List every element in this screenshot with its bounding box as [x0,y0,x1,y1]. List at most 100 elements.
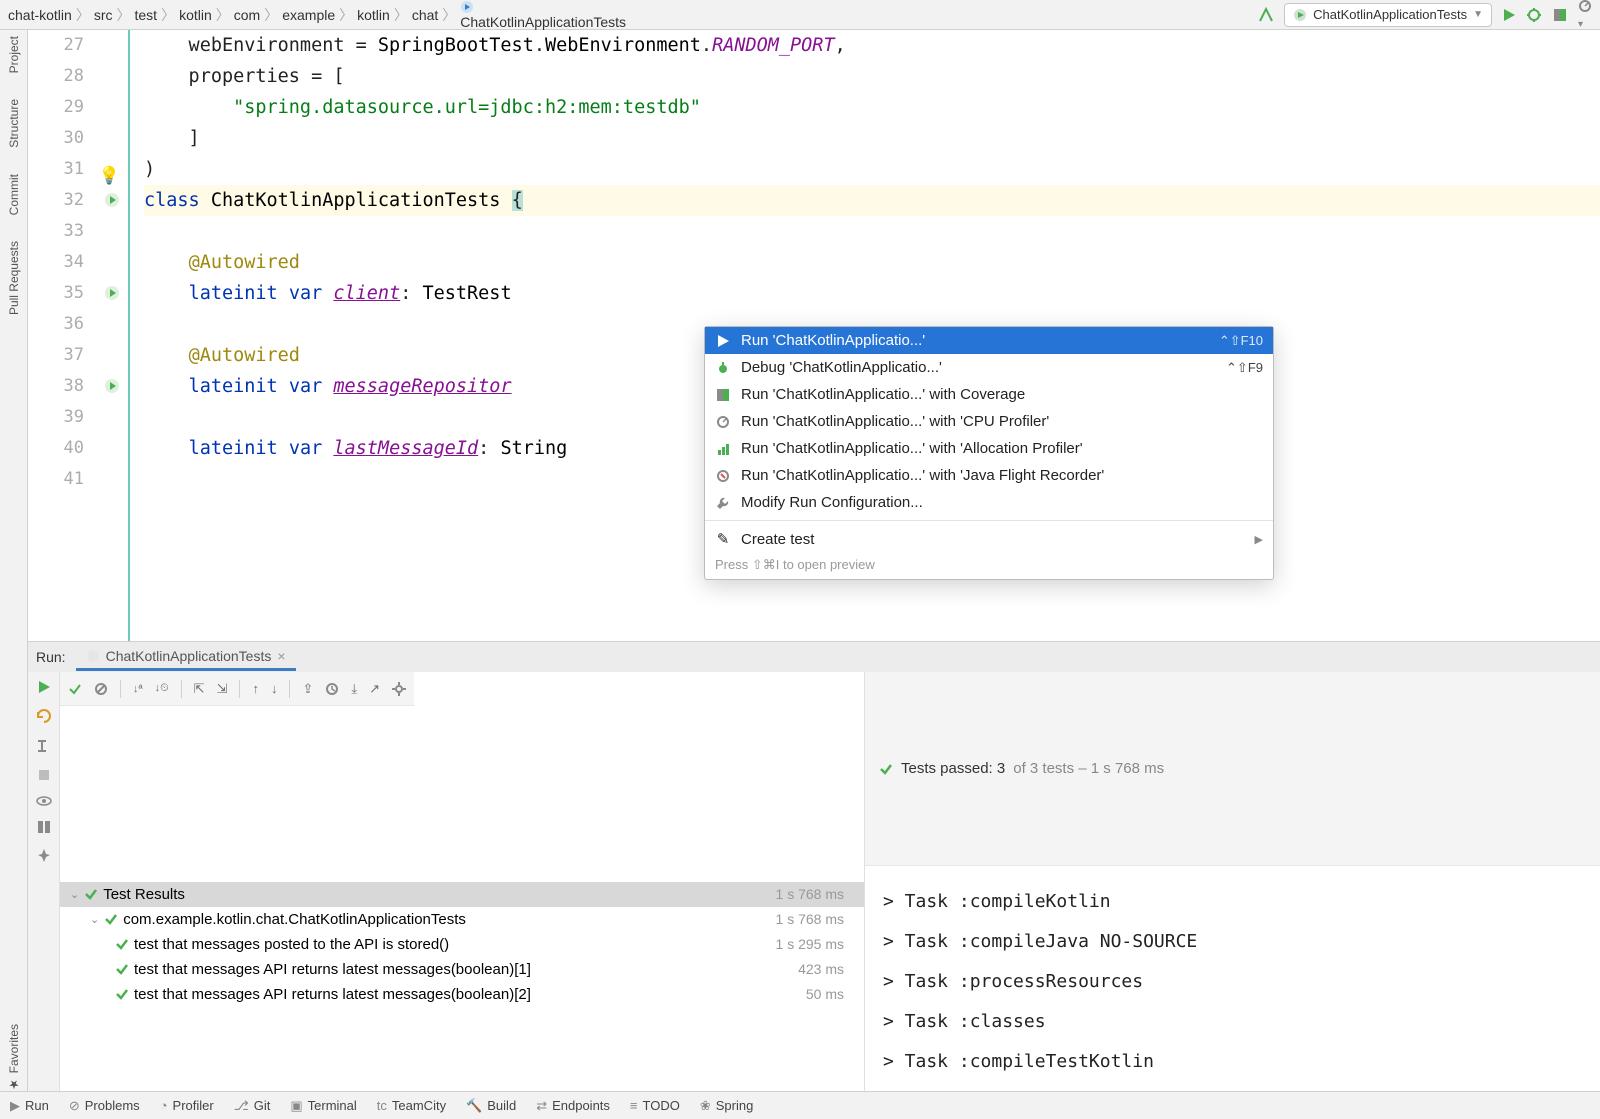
layout-icon[interactable] [37,820,51,834]
build-icon[interactable] [1258,7,1274,23]
run-tab-label: ChatKotlinApplicationTests [106,648,272,664]
context-menu-item[interactable]: Modify Run Configuration... [705,489,1273,516]
rerun-icon[interactable] [37,680,51,694]
run-icon[interactable] [1502,8,1516,22]
build-icon: 🔨 [466,1098,482,1114]
bottom-bar-git[interactable]: ⎇Git [234,1098,271,1114]
breadcrumb-segment[interactable]: ChatKotlinApplicationTests [458,0,628,30]
breadcrumb-segment[interactable]: example [280,7,337,23]
top-actions: ChatKotlinApplicationTests ▼ ▾ [1258,0,1594,30]
breadcrumb-segment[interactable]: com [232,7,262,23]
bottom-tool-bar: ▶Run ⊘Problems ◔Profiler ⎇Git ▣Terminal tcTea… [0,1091,1600,1119]
test-tab-icon [86,649,100,663]
alloc-icon [715,442,731,456]
breadcrumb[interactable]: chat-kotlin〉src〉test〉kotlin〉com〉example〉… [6,0,628,30]
rail-favorites[interactable]: ★ Favorites [7,1024,21,1091]
context-menu-item[interactable]: Run 'ChatKotlinApplicatio...' with Cover… [705,381,1273,408]
chevron-down-icon[interactable]: ⌄ [70,888,79,901]
summary-total: of 3 tests – 1 s 768 ms [1013,760,1164,777]
spring-icon: ❀ [700,1098,711,1114]
breadcrumb-segment[interactable]: kotlin [355,7,392,23]
toggle-ignored-icon[interactable] [94,682,108,696]
bottom-bar-teamcity[interactable]: tcTeamCity [377,1098,446,1113]
import-icon[interactable]: ⤓ [351,681,357,697]
context-menu-item[interactable]: Run 'ChatKotlinApplicatio...' with 'Allo… [705,435,1273,462]
prev-test-icon[interactable]: ↑ [252,681,259,696]
sort-alpha-icon[interactable]: ↓ª [133,683,143,695]
test-ok-icon [116,963,128,975]
rail-commit[interactable]: Commit [7,174,21,215]
test-tree-row[interactable]: test that messages API returns latest me… [60,982,864,1007]
check-icon [879,762,893,776]
code-editor[interactable]: 2728293031💡32333435363738394041 webEnvir… [28,30,1600,641]
test-tree-row[interactable]: ⌄Test Results1 s 768 ms [60,882,864,907]
run-tab-active[interactable]: ChatKotlinApplicationTests × [76,644,296,671]
gutter-run-icon[interactable] [104,378,120,394]
context-menu-item[interactable]: Run 'ChatKotlinApplicatio...'⌃⇧F10 [705,327,1273,354]
run-configuration-selector[interactable]: ChatKotlinApplicationTests ▼ [1284,3,1492,27]
breadcrumb-segment[interactable]: test [132,7,159,23]
debug-icon[interactable] [1526,7,1542,23]
run-config-label: ChatKotlinApplicationTests [1313,7,1467,22]
bottom-bar-problems[interactable]: ⊘Problems [69,1098,140,1114]
breadcrumb-segment[interactable]: chat [410,7,440,23]
test-ok-icon [85,888,97,900]
bottom-bar-build[interactable]: 🔨Build [466,1098,516,1114]
close-tab-icon[interactable]: × [277,648,285,664]
rail-pull-requests[interactable]: Pull Requests [7,241,21,315]
bottom-bar-todo[interactable]: ≡TODO [630,1098,680,1113]
bottom-bar-endpoints[interactable]: ⇄Endpoints [536,1098,610,1114]
profiler-icon [715,415,731,429]
profiler-dropdown-icon[interactable]: ▾ [1578,0,1594,30]
breadcrumb-segment[interactable]: src [92,7,115,23]
collapse-all-icon[interactable]: ⇲ [217,681,228,697]
next-test-icon[interactable]: ↓ [271,681,278,696]
rail-project[interactable]: Project [7,36,21,73]
run-panel-title: Run: [36,649,66,665]
test-tree-row[interactable]: test that messages API returns latest me… [60,957,864,982]
create-test-icon: ✎ [715,530,731,548]
gutter-run-icon[interactable] [104,285,120,301]
gear-icon[interactable] [392,682,406,696]
history-icon[interactable] [325,682,339,696]
export-icon[interactable]: ⇪ [302,681,313,697]
context-menu-item[interactable]: Run 'ChatKotlinApplicatio...' with 'CPU … [705,408,1273,435]
toggle-passed-icon[interactable] [68,682,82,696]
rerun-failed-icon[interactable] [36,708,52,724]
expand-all-icon[interactable]: ⇱ [194,681,205,697]
test-ok-icon [116,988,128,1000]
bottom-bar-run[interactable]: ▶Run [10,1098,49,1114]
context-menu-footer: Press ⇧⌘I to open preview [705,553,1273,579]
watch-icon[interactable] [36,796,52,806]
sort-time-icon[interactable]: ↓⏲ [155,682,169,695]
bottom-bar-terminal[interactable]: ▣Terminal [290,1098,356,1114]
summary-passed: Tests passed: 3 [901,760,1005,777]
line-gutter[interactable]: 2728293031💡32333435363738394041 [28,30,128,641]
stop-icon[interactable] [37,768,51,782]
breadcrumb-segment[interactable]: chat-kotlin [6,7,74,23]
context-menu-item[interactable]: Debug 'ChatKotlinApplicatio...'⌃⇧F9 [705,354,1273,381]
breadcrumb-segment[interactable]: kotlin [177,7,214,23]
test-tree-row[interactable]: test that messages posted to the API is … [60,932,864,957]
test-tree[interactable]: ⌄Test Results1 s 768 ms⌄com.example.kotl… [60,878,864,1092]
rail-structure[interactable]: Structure [7,99,21,148]
coverage-icon [715,388,731,402]
bottom-bar-spring[interactable]: ❀Spring [700,1098,753,1114]
pin-icon[interactable] [37,848,51,862]
run-icon: ▶ [10,1098,20,1114]
gutter-run-icon[interactable] [104,192,120,208]
intention-bulb-icon[interactable]: 💡 [99,161,120,192]
open-ext-icon[interactable]: ↗ [369,681,380,697]
bottom-bar-profiler[interactable]: ◔Profiler [160,1098,214,1113]
chevron-down-icon[interactable]: ⌄ [90,913,99,926]
context-menu-item[interactable]: Run 'ChatKotlinApplicatio...' with 'Java… [705,462,1273,489]
play-icon [715,334,731,348]
coverage-icon[interactable] [1552,7,1568,23]
test-tree-row[interactable]: ⌄com.example.kotlin.chat.ChatKotlinAppli… [60,907,864,932]
settings-icon[interactable] [36,738,52,754]
context-menu-create-test[interactable]: ✎Create test▶ [705,525,1273,553]
run-tool-window: Run: ChatKotlinApplicationTests × [28,641,1600,1091]
endpoints-icon: ⇄ [536,1098,547,1114]
console-output[interactable]: > Task :compileKotlin> Task :compileJava… [865,866,1600,1091]
wrench-icon [715,496,731,510]
